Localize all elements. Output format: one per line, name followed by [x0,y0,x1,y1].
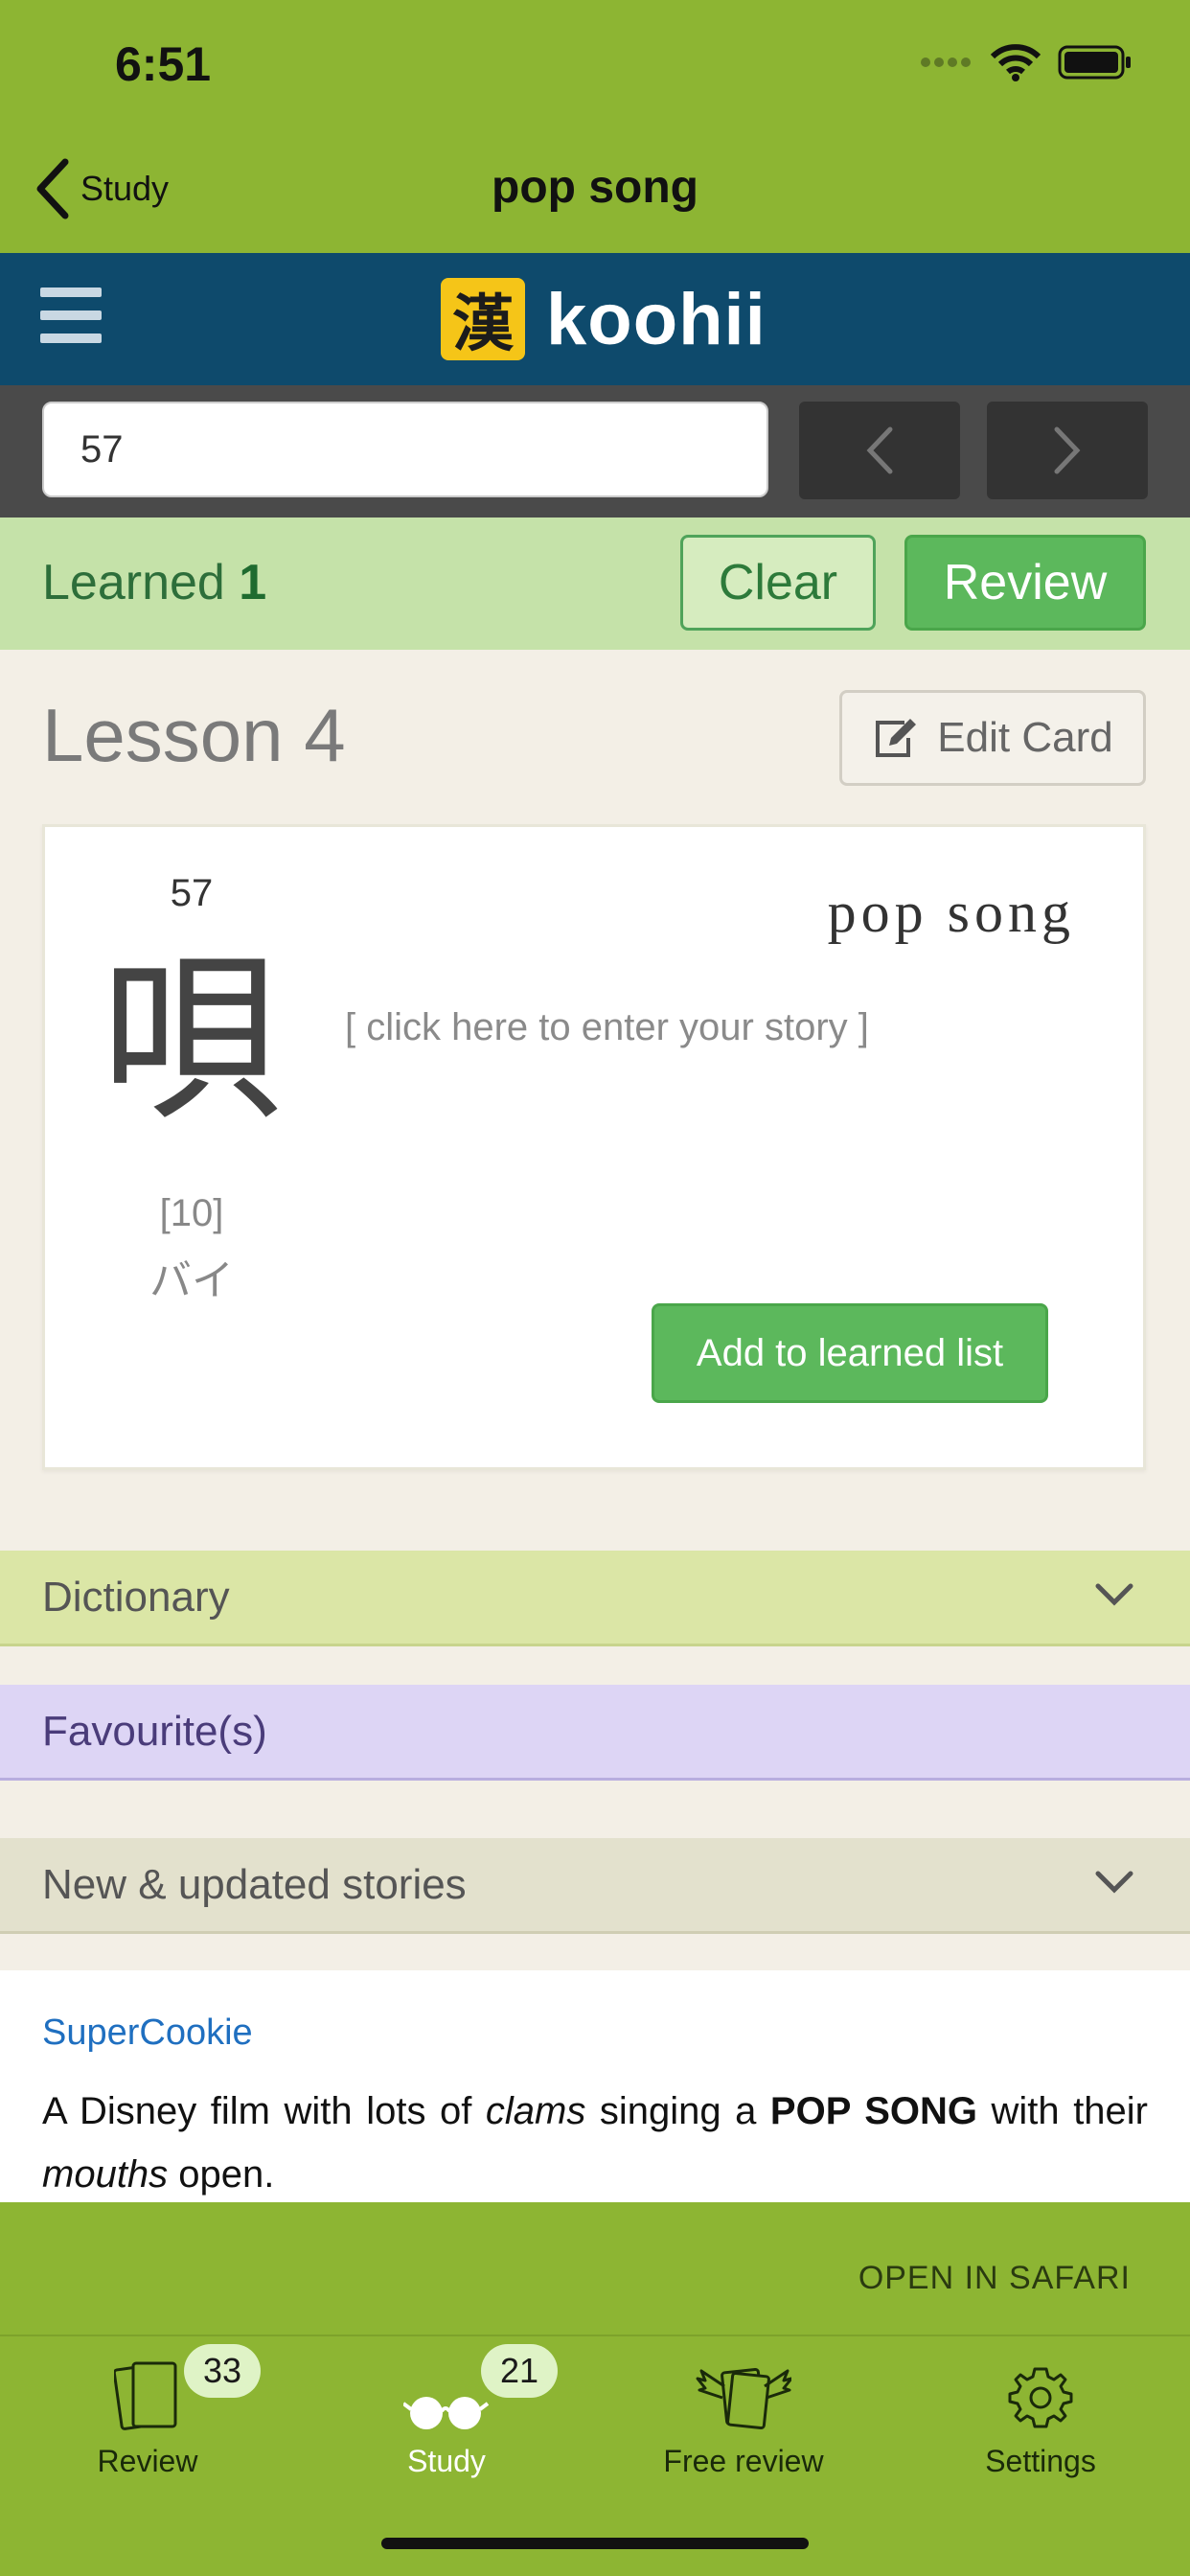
tab-free-review[interactable]: Free review [629,2346,858,2480]
kanji-keyword: pop song [827,881,1075,944]
kanji-search-input[interactable]: 57 [42,402,768,497]
story-author-link[interactable]: SuperCookie [42,2012,253,2054]
koohii-logo[interactable]: 漢 koohii [441,278,767,360]
tab-study-label: Study [407,2444,486,2478]
learned-count: Learned 1 [42,554,266,611]
tab-review-label: Review [97,2444,198,2478]
learned-count-value: 1 [239,555,267,610]
kanji-character: 唄 [100,933,283,1145]
story-text-part: singing a [585,2090,770,2132]
add-to-learned-list-button[interactable]: Add to learned list [652,1303,1048,1403]
clear-button[interactable]: Clear [680,535,876,631]
tab-settings[interactable]: Settings [926,2346,1156,2480]
cellular-signal-icon [921,58,971,67]
tab-free-review-label: Free review [663,2444,824,2478]
review-button[interactable]: Review [904,535,1146,631]
tab-settings-label: Settings [985,2444,1096,2478]
wifi-icon [991,44,1041,81]
glasses-icon [403,2397,490,2429]
page-title: pop song [492,162,698,213]
open-in-safari-button[interactable]: OPEN IN SAFARI [858,2260,1131,2297]
chevron-right-icon [1054,426,1081,474]
story-text-emphasis: clams [485,2090,586,2132]
stroke-count: [10] [159,1192,224,1234]
edit-card-label: Edit Card [937,714,1113,761]
favourites-section-label: Favourite(s) [42,1707,267,1755]
favourites-section[interactable]: Favourite(s) [0,1685,1190,1781]
status-time: 6:51 [115,37,212,91]
hamburger-menu-icon[interactable] [40,288,102,343]
edit-icon [876,719,917,757]
story-entry-prompt[interactable]: [ click here to enter your story ] [345,1006,869,1049]
study-count-badge: 21 [481,2344,558,2398]
cards-icon [114,2361,177,2430]
dictionary-section-label: Dictionary [42,1573,230,1621]
previous-kanji-button[interactable] [799,402,960,499]
flying-cards-icon [696,2367,791,2430]
story-text: A Disney film with lots of clams singing… [42,2080,1148,2206]
dictionary-section-toggle[interactable]: Dictionary [0,1551,1190,1646]
logo-kanji-badge: 漢 [441,278,525,360]
learned-label-text: Learned [42,555,225,610]
stories-section-label: New & updated stories [42,1860,467,1908]
story-keyword: POP SONG [769,2090,977,2132]
tab-bar-divider [0,2334,1190,2336]
next-kanji-button[interactable] [987,402,1148,499]
home-indicator [381,2538,809,2549]
new-updated-stories-section-toggle[interactable]: New & updated stories [0,1838,1190,1934]
kanji-reading: バイ [149,1256,234,1305]
chevron-left-icon [866,426,893,474]
status-icons [920,43,1133,81]
frame-number: 57 [170,872,214,914]
lesson-title: Lesson 4 [42,693,346,777]
story-text-emphasis: mouths [42,2153,169,2196]
battery-icon [1058,45,1131,80]
chevron-down-icon [1095,1871,1133,1894]
story-text-part: with their [977,2090,1149,2132]
chevron-down-icon [1095,1583,1133,1606]
review-count-badge: 33 [184,2344,261,2398]
gear-icon [1008,2367,1073,2428]
story-text-part: open. [168,2153,275,2196]
logo-text: koohii [546,278,767,360]
story-text-part: A Disney film with lots of [42,2090,486,2132]
edit-card-button[interactable]: Edit Card [839,690,1146,786]
